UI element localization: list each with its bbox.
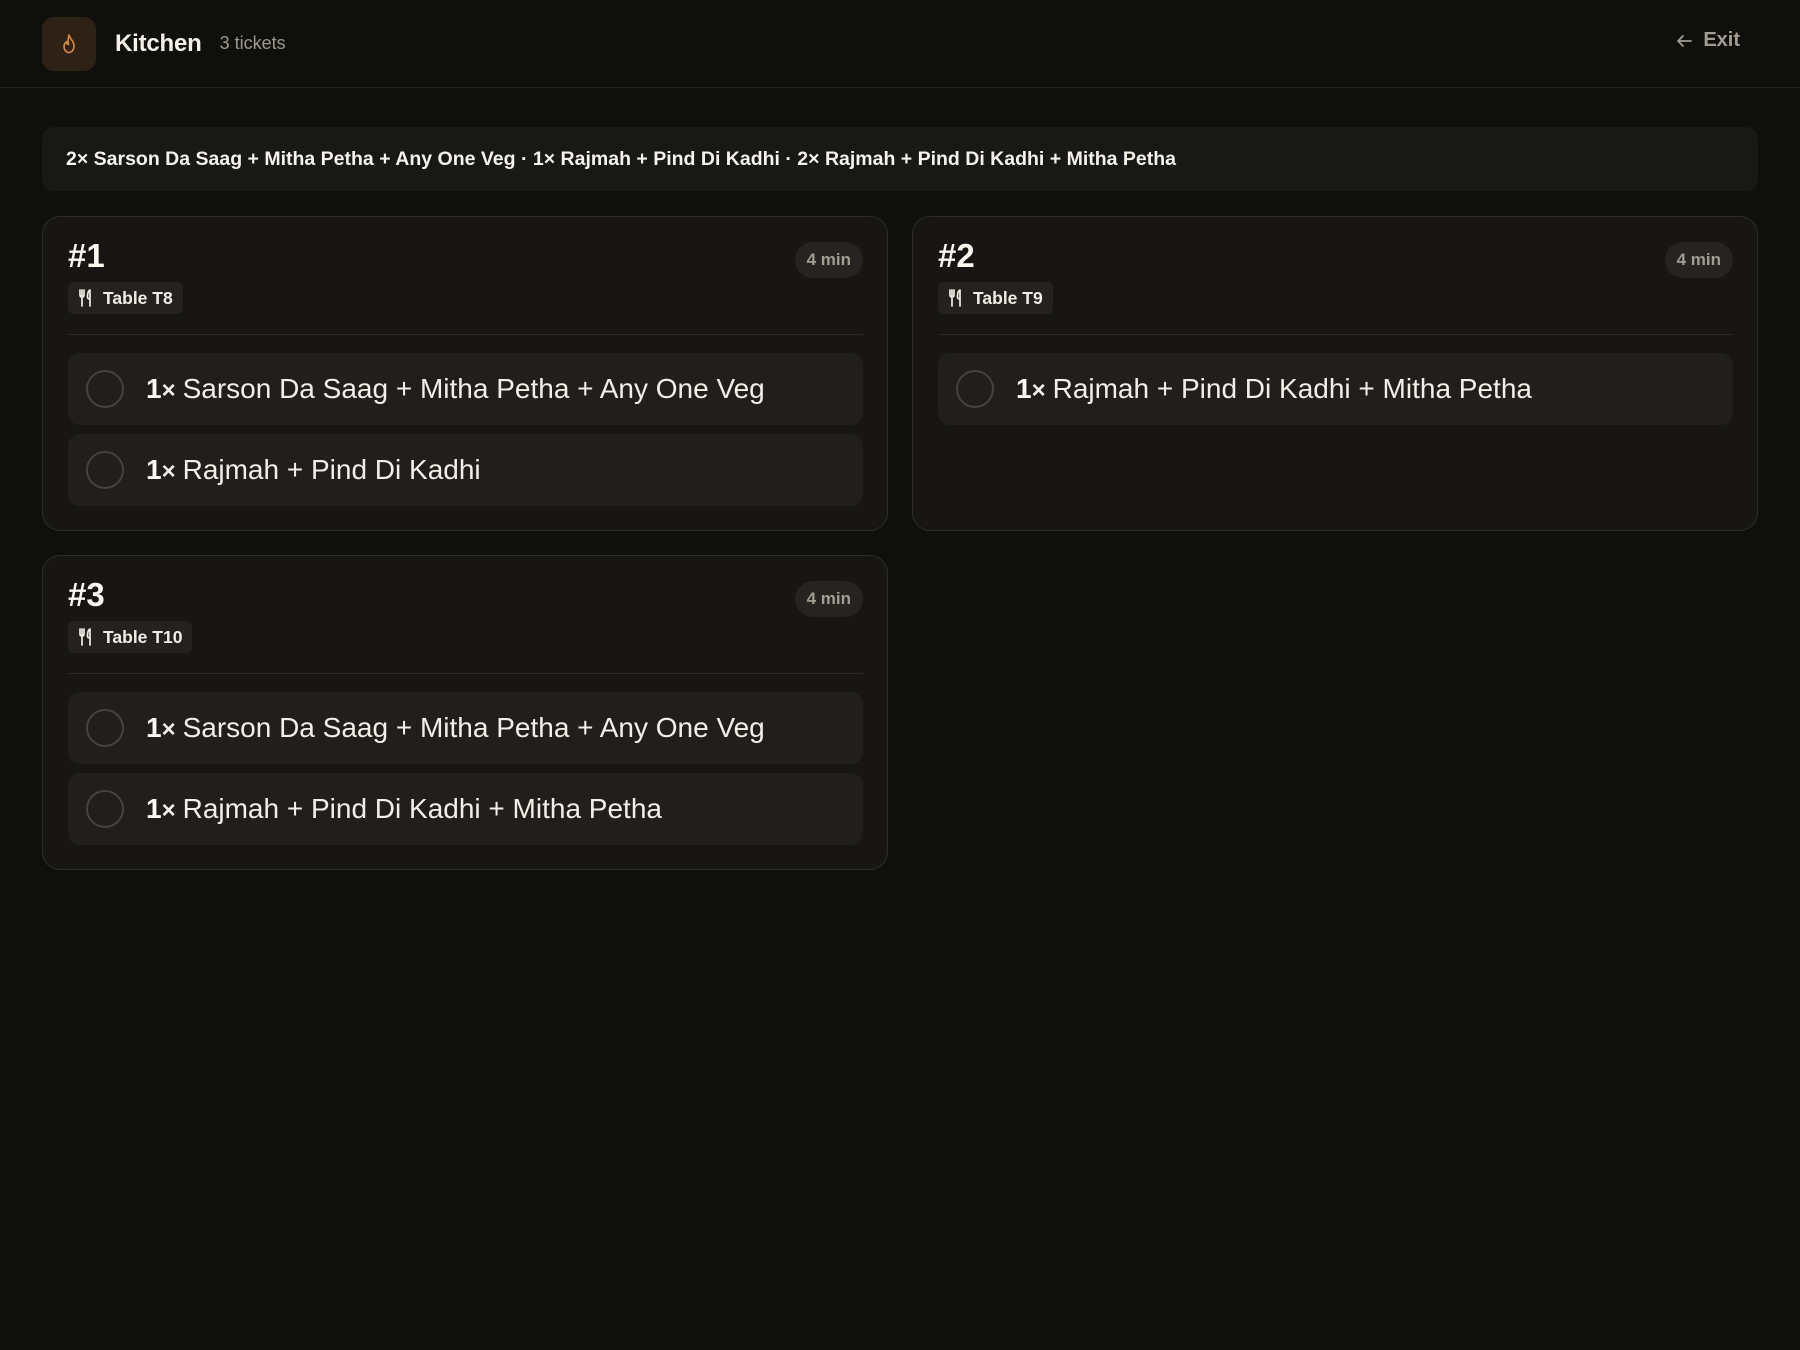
order-summary-bar: 2× Sarson Da Saag + Mitha Petha + Any On… [42,127,1758,191]
table-badge: Table T9 [938,282,1053,314]
item-checkbox[interactable] [86,451,124,489]
divider [68,673,863,674]
item-quantity: 1 [146,454,162,485]
ticket-item[interactable]: 1× Rajmah + Pind Di Kadhi [68,434,863,506]
flame-icon [63,33,75,53]
item-times-sign: × [161,458,176,485]
utensils-icon [949,289,961,307]
ticket-number: #1 [68,237,105,274]
utensils-icon [79,628,91,646]
arrow-left-icon [1677,34,1693,47]
ticket-number: #3 [68,576,105,613]
ticket-item[interactable]: 1× Rajmah + Pind Di Kadhi + Mitha Petha [68,773,863,845]
order-summary-text: 2× Sarson Da Saag + Mitha Petha + Any On… [66,147,1177,170]
ticket-number: #2 [938,237,975,274]
utensils-icon [79,289,91,307]
ticket-card: #3 4 min Table T10 1× Sarson Da Saag + Mi… [42,555,888,870]
item-checkbox[interactable] [86,709,124,747]
item-times-sign: × [1031,377,1046,404]
item-quantity: 1 [146,712,162,743]
item-name: Sarson Da Saag + Mitha Petha + Any One V… [182,373,765,404]
item-times-sign: × [161,377,176,404]
item-name: Rajmah + Pind Di Kadhi [182,454,481,485]
elapsed-time-badge: 4 min [794,242,863,278]
divider [68,334,863,335]
elapsed-time-badge: 4 min [794,581,863,617]
ticket-item[interactable]: 1× Rajmah + Pind Di Kadhi + Mitha Petha [938,353,1733,425]
ticket-card: #2 4 min Table T9 1× Rajmah + Pind Di Kad… [912,216,1758,531]
elapsed-time-badge: 4 min [1664,242,1733,278]
ticket-item[interactable]: 1× Sarson Da Saag + Mitha Petha + Any One… [68,692,863,764]
ticket-item[interactable]: 1× Sarson Da Saag + Mitha Petha + Any One… [68,353,863,425]
item-quantity: 1 [146,793,162,824]
item-checkbox[interactable] [956,370,994,408]
table-label: Table T10 [103,626,183,647]
item-quantity: 1 [1016,373,1032,404]
page-title: Kitchen [115,29,202,57]
top-bar: Kitchen 3 tickets Exit [0,0,1800,88]
item-name: Rajmah + Pind Di Kadhi + Mitha Petha [1052,373,1532,404]
ticket-count: 3 tickets [219,33,286,53]
table-badge: Table T10 [68,621,193,653]
divider [938,334,1733,335]
item-times-sign: × [161,797,176,824]
exit-label: Exit [1703,29,1740,51]
kitchen-logo [42,16,96,71]
table-badge: Table T8 [68,282,183,314]
item-checkbox[interactable] [86,790,124,828]
item-name: Rajmah + Pind Di Kadhi + Mitha Petha [182,793,662,824]
exit-button[interactable]: Exit [1675,29,1740,52]
table-label: Table T8 [103,287,173,308]
item-name: Sarson Da Saag + Mitha Petha + Any One V… [182,712,765,743]
item-quantity: 1 [146,373,162,404]
item-times-sign: × [161,716,176,743]
table-label: Table T9 [973,287,1043,308]
ticket-card: #1 4 min Table T8 1× Sarson Da Saag + Mit… [42,216,888,531]
item-checkbox[interactable] [86,370,124,408]
